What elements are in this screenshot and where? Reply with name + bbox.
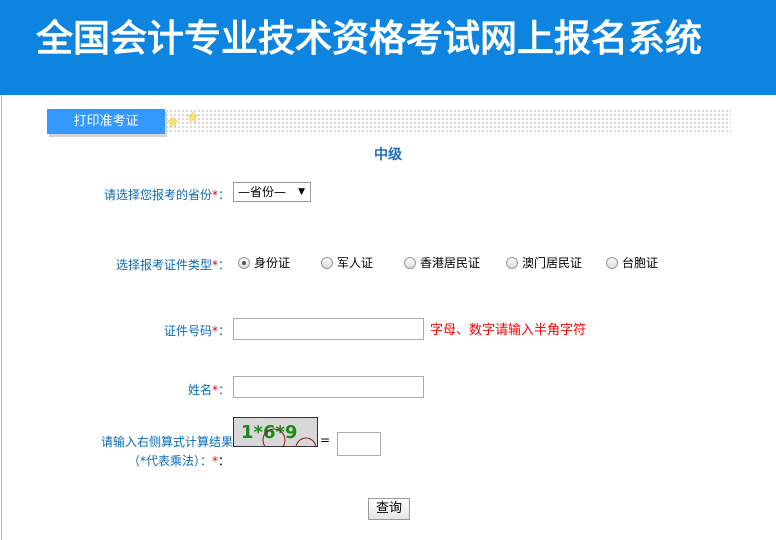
idno-input[interactable] (233, 318, 424, 340)
radio-hongkong[interactable]: 香港居民证 (404, 254, 480, 271)
captcha-image[interactable]: 1*6*9 (233, 417, 318, 447)
radio-taiwan[interactable]: 台胞证 (606, 254, 658, 271)
equals-sign: = (320, 433, 331, 447)
captcha-label: 请输入右侧算式计算结果 (100, 435, 233, 449)
tab-strip (165, 109, 731, 132)
idno-label: 证件号码*： (163, 324, 230, 338)
province-select[interactable]: —省份— ▼ (233, 182, 311, 202)
page-title: 全国会计专业技术资格考试网上报名系统 (36, 17, 702, 60)
tab-print-admission[interactable]: 打印准考证 (47, 109, 165, 134)
name-label: 姓名*： (187, 383, 230, 397)
header-banner: 全国会计专业技术资格考试网上报名系统 (0, 0, 776, 95)
idno-hint: 字母、数字请输入半角字符 (430, 323, 587, 338)
level-heading: 中级 (374, 147, 402, 163)
radio-macau[interactable]: 澳门居民证 (506, 254, 582, 271)
captcha-label-2: （*代表乘法）：*： (127, 454, 230, 468)
star-icon: ★ (166, 113, 180, 131)
query-button[interactable]: 查询 (368, 498, 410, 520)
name-input[interactable] (233, 376, 424, 398)
dropdown-arrow-icon: ▼ (298, 187, 305, 197)
captcha-input[interactable] (337, 432, 381, 456)
province-label: 请选择您报考的省份*： (103, 188, 230, 202)
radio-military[interactable]: 军人证 (321, 254, 373, 271)
idtype-label: 选择报考证件类型*： (115, 258, 230, 272)
radio-id-card[interactable]: 身份证 (238, 254, 290, 271)
left-border (1, 95, 2, 540)
star-icon: ★ (186, 108, 200, 126)
